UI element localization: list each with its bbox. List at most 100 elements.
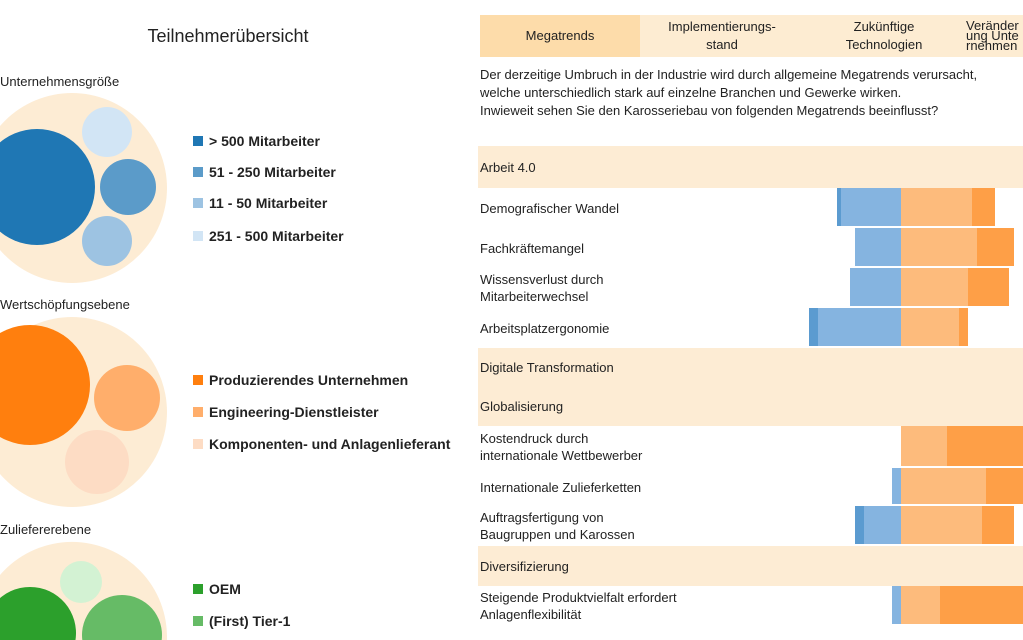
bar-negative[interactable] [850, 268, 901, 306]
legend-item[interactable]: 11 - 50 Mitarbeiter [193, 195, 327, 211]
section-band: Digitale Transformation [478, 348, 1023, 386]
legend-swatch [193, 136, 203, 146]
row-label-line: Anlagenflexibilität [480, 607, 582, 622]
legend-label: 251 - 500 Mitarbeiter [209, 228, 344, 244]
section-title: Diversifizierung [480, 558, 569, 574]
bar-strongly-positive[interactable] [986, 468, 1023, 504]
legend-swatch [193, 584, 203, 594]
bubble-251-500 [82, 107, 132, 157]
row-label-line: internationale Wettbewerber [480, 448, 643, 463]
section-title: Digitale Transformation [480, 359, 614, 375]
legend-item[interactable]: 51 - 250 Mitarbeiter [193, 164, 336, 180]
row-label: Auftragsfertigung von Baugruppen und Karo… [480, 506, 810, 546]
legend-item[interactable]: Komponenten- und Anlagenlieferant [193, 436, 450, 452]
tab-label: Zukünftige Technologien [845, 19, 923, 52]
legend-item[interactable]: 251 - 500 Mitarbeiter [193, 228, 344, 244]
section-label: Wertschöpfungsebene [0, 297, 130, 312]
legend-label: (First) Tier-1 [209, 613, 291, 629]
tab-veraenderung-unternehmen[interactable]: Veränderung Unternehmen [966, 15, 1023, 57]
bubble-engineering [94, 365, 160, 431]
legend-swatch [193, 439, 203, 449]
bar-positive[interactable] [901, 426, 947, 466]
row-label-line: Auftragsfertigung von [480, 510, 604, 525]
bar-positive[interactable] [901, 188, 973, 226]
row-label: Arbeitsplatzergonomie [480, 308, 810, 348]
row-label-line: Kostendruck durch [480, 431, 589, 446]
tab-bar: Megatrends Implementierungs-stand Zukünf… [480, 15, 1023, 57]
legend-swatch [193, 375, 203, 385]
legend-label: > 500 Mitarbeiter [209, 133, 320, 149]
intro-line: welche unterschiedlich stark auf einzeln… [480, 85, 902, 100]
tab-zukuenftige-technologien[interactable]: Zukünftige Technologien [804, 15, 964, 57]
row-label-line: Demografischer Wandel [480, 200, 619, 216]
section-title: Globalisierung [480, 398, 564, 414]
legend-swatch [193, 167, 203, 177]
bar-strongly-negative[interactable] [855, 506, 865, 544]
row-label-line: Internationale Zulieferketten [480, 479, 642, 495]
bar-strongly-positive[interactable] [976, 228, 1014, 266]
legend-label: Engineering-Dienstleister [209, 404, 379, 420]
legend-label: OEM [209, 581, 241, 597]
legend-swatch [193, 198, 203, 208]
bubble-11-50 [82, 216, 132, 266]
bar-strongly-positive[interactable] [972, 188, 996, 226]
section-band: Arbeit 4.0 [478, 146, 1023, 188]
row-label-line: Arbeitsplatzergonomie [480, 320, 610, 336]
legend-item[interactable]: (First) Tier-1 [193, 613, 290, 629]
tab-implementierungsstand[interactable]: Implementierungs-stand [642, 15, 802, 57]
legend-swatch [193, 407, 203, 417]
row-label: Kostendruck durch internationale Wettbewe… [480, 426, 810, 468]
intro-line: Inwieweit sehen Sie den Karosseriebau vo… [480, 103, 939, 118]
bar-strongly-positive[interactable] [947, 426, 1023, 466]
row-label-line: Baugruppen und Karossen [480, 527, 635, 542]
section-band: Globalisierung [478, 386, 1023, 426]
legend-label: Komponenten- und Anlagenlieferant [209, 436, 451, 452]
bar-positive[interactable] [901, 506, 982, 544]
legend-swatch [193, 231, 203, 241]
bar-negative[interactable] [841, 188, 901, 226]
bar-positive[interactable] [901, 228, 977, 266]
row-label: Internationale Zulieferketten [480, 468, 810, 506]
row-label: Steigende Produktvielfalt erfordert Anlag… [480, 586, 810, 626]
bubble-51-250 [100, 159, 156, 215]
row-label: Fachkräftemangel [480, 228, 810, 268]
row-label-line: Steigende Produktvielfalt erfordert [480, 590, 677, 605]
bar-negative[interactable] [855, 228, 901, 266]
bar-strongly-negative[interactable] [809, 308, 819, 346]
legend-item[interactable]: Engineering-Dienstleister [193, 404, 379, 420]
legend-item[interactable]: OEM [193, 581, 241, 597]
bar-strongly-positive[interactable] [981, 506, 1014, 544]
section-title: Arbeit 4.0 [480, 159, 536, 175]
bar-positive[interactable] [901, 586, 941, 624]
bar-strongly-positive[interactable] [940, 586, 1023, 624]
intro-line: Der derzeitige Umbruch in der Industrie … [480, 67, 978, 82]
intro-text: Der derzeitige Umbruch in der Industrie … [480, 66, 1020, 120]
bar-positive[interactable] [901, 308, 959, 346]
bar-negative[interactable] [818, 308, 901, 346]
bar-negative[interactable] [864, 506, 901, 544]
bubble-other [60, 561, 102, 603]
participant-bubbles [0, 93, 167, 640]
bar-positive[interactable] [901, 268, 968, 306]
bar-negative[interactable] [891, 468, 901, 504]
section-label: Zuliefererebene [0, 522, 92, 537]
bar-negative[interactable] [891, 586, 901, 624]
legend-label: Produzierendes Unternehmen [209, 372, 409, 388]
bubble-komponenten [65, 430, 129, 494]
row-label: Demografischer Wandel [480, 188, 810, 228]
bar-strongly-positive[interactable] [958, 308, 968, 346]
tab-label: Implementierungs-stand [668, 19, 776, 52]
row-label: Wissensverlust durch Mitarbeiterwechsel [480, 268, 810, 308]
bar-strongly-positive[interactable] [967, 268, 1010, 306]
section-band: Diversifizierung [478, 546, 1023, 586]
row-label-line: Wissensverlust durch [480, 272, 604, 287]
legend-item[interactable]: > 500 Mitarbeiter [193, 133, 320, 149]
row-label-line: Fachkräftemangel [480, 240, 585, 256]
bar-positive[interactable] [901, 468, 987, 504]
section-label: Unternehmensgröße [0, 74, 120, 89]
row-label-line: Mitarbeiterwechsel [480, 289, 589, 304]
legend-label: 11 - 50 Mitarbeiter [209, 195, 328, 211]
legend-label: 51 - 250 Mitarbeiter [209, 164, 336, 180]
legend-item[interactable]: Produzierendes Unternehmen [193, 372, 408, 388]
tab-megatrends[interactable]: Megatrends [480, 15, 640, 57]
